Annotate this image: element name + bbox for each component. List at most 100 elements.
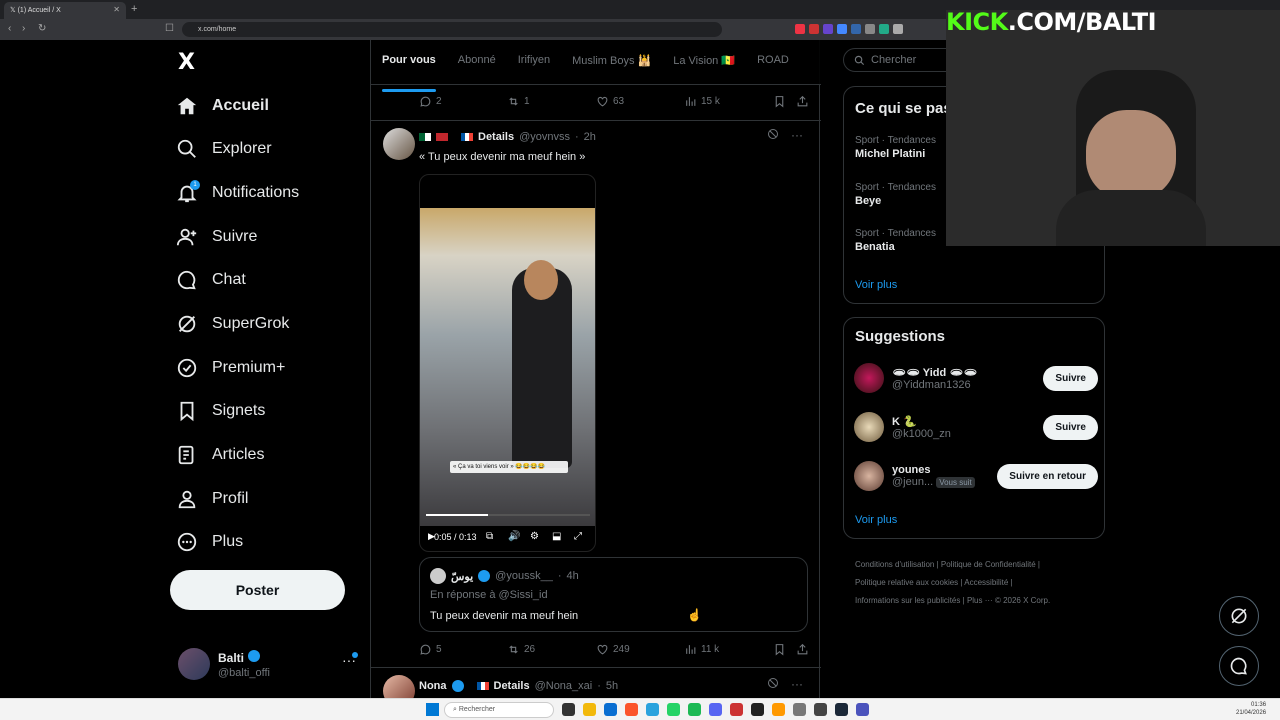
repost-button[interactable]: 1 xyxy=(507,95,530,108)
follow-back-button[interactable]: Suivre en retour xyxy=(997,463,1098,489)
reload-icon[interactable]: ↻ xyxy=(38,23,46,34)
quoted-tweet[interactable]: يوسّ @youssk__ · 4h En réponse à @Sissi_… xyxy=(419,557,808,632)
discord-icon[interactable] xyxy=(709,703,722,716)
tab-muslim-boys[interactable]: Muslim Boys 🕌 xyxy=(561,40,662,84)
tweet-author-handle[interactable]: @yovnvss xyxy=(519,131,570,143)
trends-show-more[interactable]: Voir plus xyxy=(855,279,897,291)
system-clock[interactable]: 01:36 21/04/2026 xyxy=(1236,701,1266,717)
views-button[interactable]: 11 k xyxy=(684,643,719,656)
footer-more[interactable]: Plus ··· xyxy=(967,596,993,605)
grok-floating-button[interactable] xyxy=(1219,596,1259,636)
nav-profile[interactable]: Profil xyxy=(176,479,248,519)
messages-floating-button[interactable] xyxy=(1219,646,1259,686)
views-button[interactable]: 15 k xyxy=(684,95,720,108)
fullscreen-icon[interactable]: ⤢ xyxy=(574,531,582,542)
task-view-icon[interactable] xyxy=(562,703,575,716)
tab-la-vision[interactable]: La Vision 🇸🇳 xyxy=(662,40,746,84)
browser-tab[interactable]: 𝕏 (1) Accueil / X ✕ xyxy=(4,2,126,19)
app-icon[interactable] xyxy=(856,703,869,716)
bookmark-icon[interactable] xyxy=(773,95,786,108)
whatsapp-icon[interactable] xyxy=(667,703,680,716)
follow-button[interactable]: Suivre xyxy=(1043,365,1098,391)
block-icon[interactable] xyxy=(767,677,779,689)
extension-icons[interactable] xyxy=(795,24,903,34)
footer-link[interactable]: Politique de Confidentialité xyxy=(941,560,1036,569)
url-field[interactable]: x.com/home xyxy=(182,22,722,37)
more-horizontal-icon[interactable]: ··· xyxy=(791,677,803,691)
footer-link[interactable]: Informations sur les publicités xyxy=(855,596,960,605)
tweet-author-name[interactable]: Nona xyxy=(419,680,447,692)
reply-button[interactable]: 2 xyxy=(419,95,442,108)
nav-explore[interactable]: Explorer xyxy=(176,129,272,169)
suggestion-item[interactable]: 🕳🕳 Yidd 🕳🕳 @Yiddman1326 Suivre xyxy=(854,358,1098,398)
share-icon[interactable] xyxy=(796,95,809,108)
suggestion-item[interactable]: K 🐍 @k1000_zn Suivre xyxy=(854,407,1098,447)
nav-follow[interactable]: Suivre xyxy=(176,217,257,257)
bookmark-page-icon[interactable]: ☐ xyxy=(165,23,174,34)
repost-button[interactable]: 26 xyxy=(507,643,535,656)
trend-item[interactable]: Sport · Tendances Michel Platini xyxy=(855,135,936,160)
follow-button[interactable]: Suivre xyxy=(1043,414,1098,440)
store-icon[interactable] xyxy=(604,703,617,716)
app-icon[interactable] xyxy=(793,703,806,716)
tweet-author-name[interactable]: Details xyxy=(478,131,514,143)
tweet-author-handle[interactable]: @Nona_xai xyxy=(535,680,593,692)
like-button[interactable]: 63 xyxy=(596,95,624,108)
reply-button[interactable]: 5 xyxy=(419,643,442,656)
tab-for-you[interactable]: Pour vous xyxy=(371,40,447,92)
close-icon[interactable]: ✕ xyxy=(113,5,120,14)
taskbar-search[interactable]: ⌕ Rechercher xyxy=(444,702,554,718)
chatgpt-icon[interactable] xyxy=(814,703,827,716)
brave-browser-icon[interactable] xyxy=(625,703,638,716)
footer-link[interactable]: Politique relative aux cookies xyxy=(855,578,958,587)
footer-link[interactable]: Conditions d'utilisation xyxy=(855,560,934,569)
trend-item[interactable]: Sport · Tendances Benatia xyxy=(855,228,936,253)
share-icon[interactable] xyxy=(796,643,809,656)
verified-badge-icon xyxy=(177,358,197,378)
back-icon[interactable]: ‹ xyxy=(8,23,11,34)
nav-home[interactable]: Accueil xyxy=(176,86,269,126)
notion-icon[interactable] xyxy=(751,703,764,716)
bookmark-icon[interactable] xyxy=(773,643,786,656)
video-progress-track[interactable] xyxy=(426,514,590,516)
nav-supergrok[interactable]: SuperGrok xyxy=(176,304,289,344)
x-logo[interactable]: X xyxy=(178,50,195,75)
app-icon[interactable] xyxy=(772,703,785,716)
suggestions-show-more[interactable]: Voir plus xyxy=(855,514,897,526)
streamer-face xyxy=(1086,110,1176,200)
file-explorer-icon[interactable] xyxy=(583,703,596,716)
windows-start-icon[interactable] xyxy=(426,703,439,716)
pip-icon[interactable]: ⬓ xyxy=(552,531,561,542)
tweet-time[interactable]: 2h xyxy=(584,131,596,143)
settings-icon[interactable]: ⚙ xyxy=(530,531,539,542)
tab-irifiyen[interactable]: Irifiyen xyxy=(507,40,561,84)
footer-link[interactable]: Accessibilité xyxy=(964,578,1008,587)
account-switcher[interactable]: Balti @balti_offi xyxy=(178,646,358,682)
volume-icon[interactable]: 🔊 xyxy=(508,531,520,542)
nav-more[interactable]: Plus xyxy=(176,522,243,562)
nav-bookmarks[interactable]: Signets xyxy=(176,391,265,431)
tab-road[interactable]: ROAD xyxy=(746,40,800,84)
clock-time: 01:36 xyxy=(1251,702,1267,708)
tweet-time[interactable]: 5h xyxy=(606,680,618,692)
steam-icon[interactable] xyxy=(835,703,848,716)
new-tab-icon[interactable]: + xyxy=(131,3,137,15)
trend-item[interactable]: Sport · Tendances Beye xyxy=(855,182,936,207)
like-button[interactable]: 249 xyxy=(596,643,630,656)
suggestion-item[interactable]: younes @jeun... Vous suit Suivre en reto… xyxy=(854,456,1098,496)
app-icon[interactable] xyxy=(730,703,743,716)
nav-premium[interactable]: Premium+ xyxy=(176,348,285,388)
captions-icon[interactable]: ⧉ xyxy=(486,531,493,542)
avatar[interactable] xyxy=(383,128,415,160)
nav-notifications[interactable]: Notifications xyxy=(176,173,299,213)
forward-icon[interactable]: › xyxy=(22,23,25,34)
nav-chat[interactable]: Chat xyxy=(176,260,246,300)
post-button[interactable]: Poster xyxy=(170,570,345,610)
more-horizontal-icon[interactable]: ··· xyxy=(791,128,803,142)
telegram-icon[interactable] xyxy=(646,703,659,716)
tab-following[interactable]: Abonné xyxy=(447,40,507,84)
block-icon[interactable] xyxy=(767,128,779,140)
spotify-icon[interactable] xyxy=(688,703,701,716)
nav-articles[interactable]: Articles xyxy=(176,435,264,475)
video-player[interactable]: « Ça va toi viens voir » 😂😂😂😂 ▶ 0:05 / 0… xyxy=(419,174,596,552)
